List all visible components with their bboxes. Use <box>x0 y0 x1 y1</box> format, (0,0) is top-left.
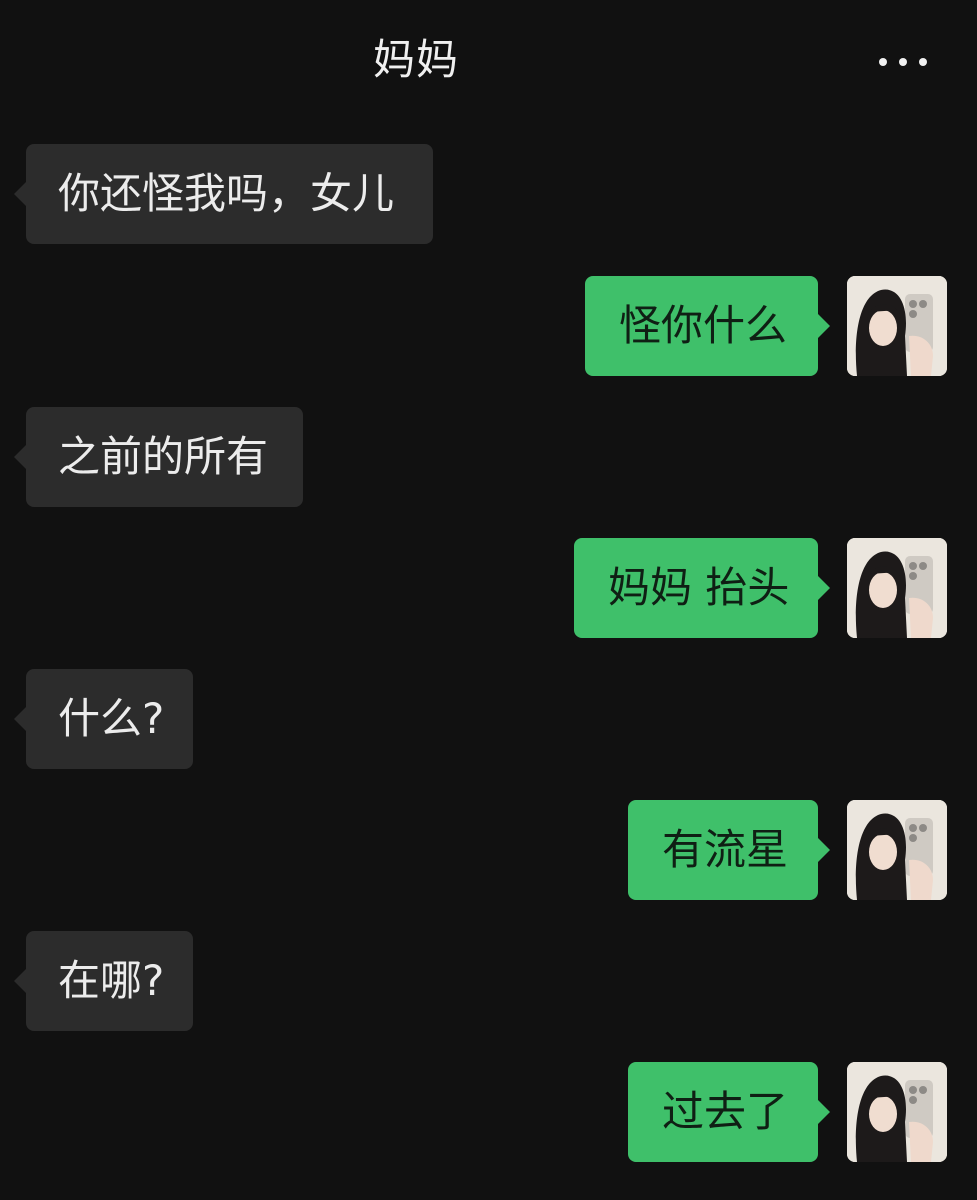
avatar-image <box>847 800 947 900</box>
chat-header: 妈妈 <box>0 0 977 120</box>
user-avatar[interactable] <box>847 1062 947 1162</box>
bubble-tail <box>14 182 26 206</box>
more-dots-icon[interactable] <box>875 42 935 82</box>
bubble-tail <box>818 314 830 338</box>
message-bubble-outgoing[interactable]: 怪你什么 <box>585 276 818 376</box>
message-row-outgoing: 过去了 <box>0 1062 977 1162</box>
bubble-tail <box>14 707 26 731</box>
bubble-tail <box>14 445 26 469</box>
message-row-outgoing: 怪你什么 <box>0 276 977 376</box>
user-avatar[interactable] <box>847 800 947 900</box>
message-row-incoming: 什么? <box>0 669 977 769</box>
message-row-incoming: 你还怪我吗，女儿 <box>0 144 977 244</box>
user-avatar[interactable] <box>847 538 947 638</box>
message-bubble-outgoing[interactable]: 有流星 <box>628 800 818 900</box>
message-bubble-outgoing[interactable]: 过去了 <box>628 1062 818 1162</box>
dot <box>899 58 907 66</box>
avatar-image <box>847 1062 947 1162</box>
dot <box>919 58 927 66</box>
bubble-tail <box>14 969 26 993</box>
message-bubble-incoming[interactable]: 之前的所有 <box>26 407 303 507</box>
message-row-incoming: 在哪? <box>0 931 977 1031</box>
bubble-tail <box>818 1100 830 1124</box>
avatar-image <box>847 538 947 638</box>
bubble-tail <box>818 838 830 862</box>
dot <box>879 58 887 66</box>
chat-title: 妈妈 <box>372 35 459 84</box>
message-bubble-incoming[interactable]: 你还怪我吗，女儿 <box>26 144 433 244</box>
message-row-incoming: 之前的所有 <box>0 407 977 507</box>
bubble-tail <box>818 576 830 600</box>
user-avatar[interactable] <box>847 276 947 376</box>
message-bubble-incoming[interactable]: 什么? <box>26 669 193 769</box>
message-row-outgoing: 有流星 <box>0 800 977 900</box>
message-bubble-incoming[interactable]: 在哪? <box>26 931 193 1031</box>
avatar-image <box>847 276 947 376</box>
message-row-outgoing: 妈妈 抬头 <box>0 538 977 638</box>
message-bubble-outgoing[interactable]: 妈妈 抬头 <box>574 538 818 638</box>
